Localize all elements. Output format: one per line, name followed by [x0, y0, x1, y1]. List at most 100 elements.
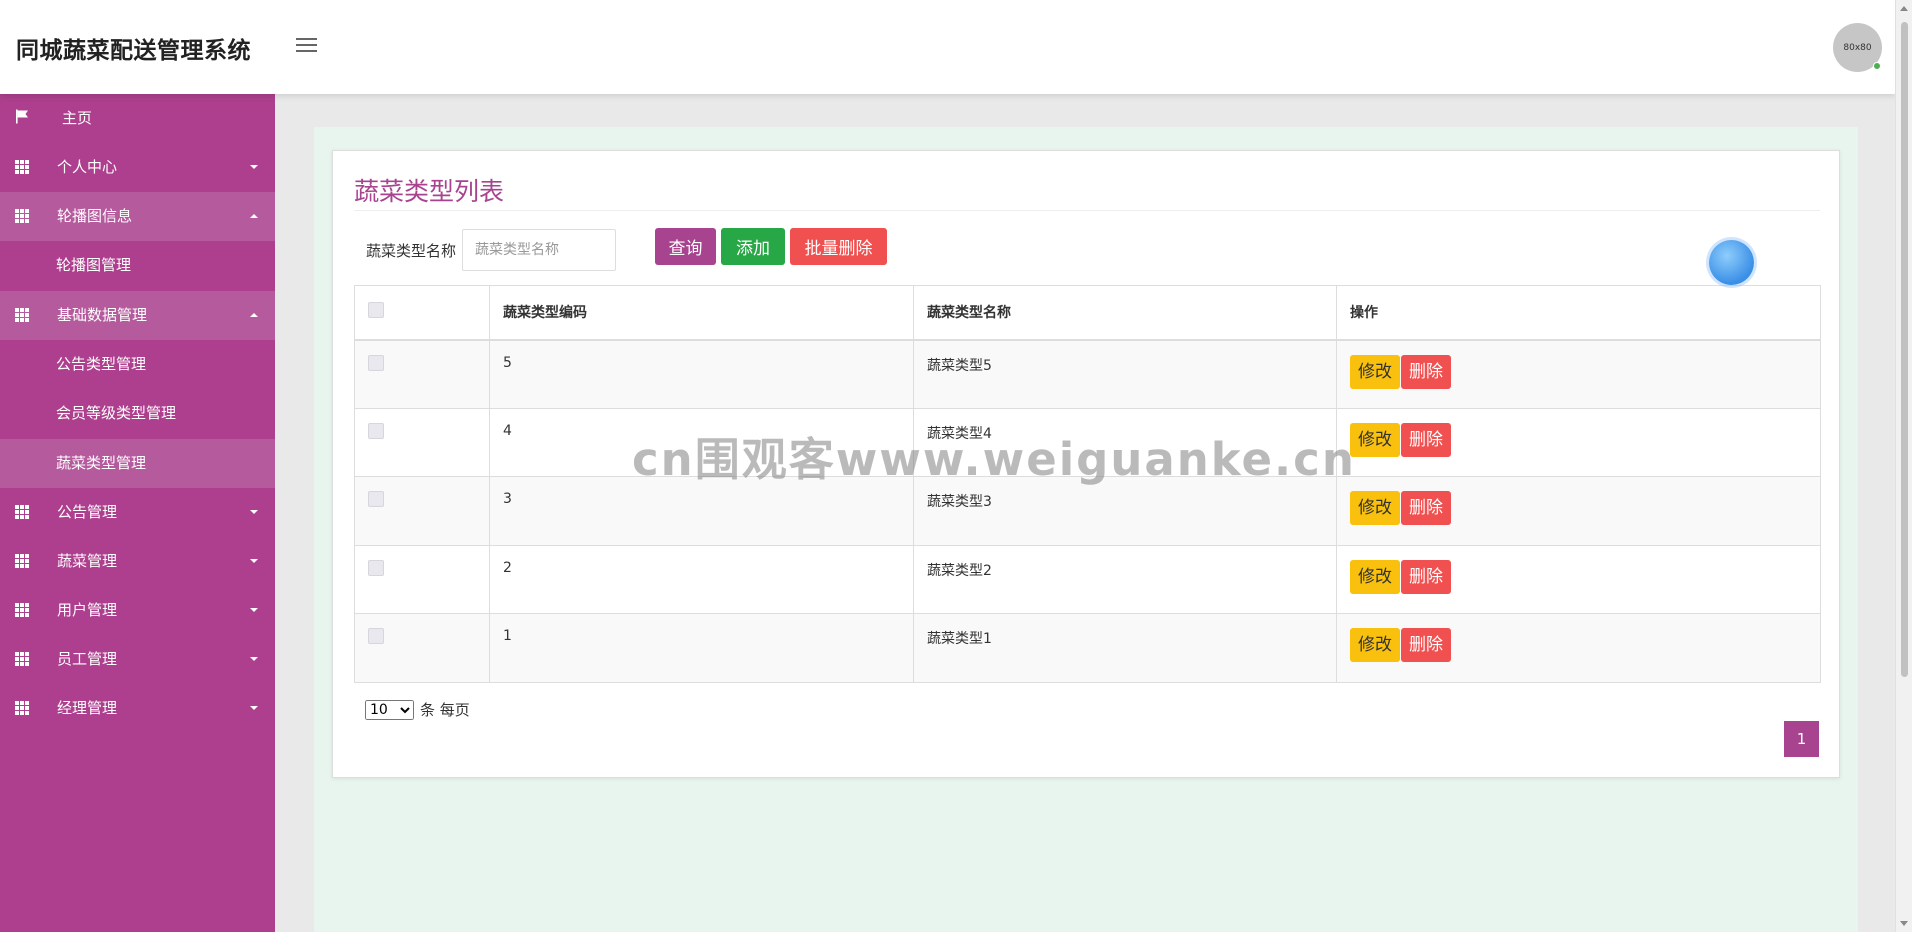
delete-button[interactable]: 删除 [1401, 628, 1451, 662]
sidebar-item-manager[interactable]: 经理管理 [0, 684, 275, 733]
sidebar-item-label: 经理管理 [57, 699, 118, 717]
table-row: 1 蔬菜类型1 修改 删除 [354, 613, 1821, 683]
grid-icon [15, 701, 29, 715]
row-select-cell [354, 339, 490, 409]
grid-icon [15, 505, 29, 519]
select-all-checkbox[interactable] [368, 302, 384, 319]
row-select-cell [354, 544, 490, 614]
grid-icon [15, 603, 29, 617]
search-input[interactable] [462, 229, 616, 271]
row-code: 1 [489, 613, 914, 683]
sidebar-item-label: 主页 [62, 109, 93, 127]
row-name: 蔬菜类型4 [913, 407, 1337, 477]
list-card: 蔬菜类型列表 蔬菜类型名称 查询 添加 批量删除 蔬菜类型编码 蔬菜类型名称 操… [332, 150, 1840, 778]
menu-toggle-icon[interactable] [296, 38, 317, 54]
row-checkbox[interactable] [368, 491, 384, 507]
grid-icon [15, 652, 29, 666]
query-button[interactable]: 查询 [655, 228, 716, 265]
row-select-cell [354, 407, 490, 477]
page-title: 蔬菜类型列表 [354, 177, 505, 206]
sidebar-subitem-notice-type[interactable]: 公告类型管理 [0, 340, 275, 390]
caret-up-icon [250, 312, 258, 317]
row-actions: 修改 删除 [1336, 476, 1821, 546]
edit-button[interactable]: 修改 [1350, 491, 1400, 525]
scroll-thumb[interactable] [1901, 22, 1908, 677]
row-name: 蔬菜类型3 [913, 476, 1337, 546]
sidebar-item-label: 公告管理 [57, 503, 118, 521]
delete-button[interactable]: 删除 [1401, 491, 1451, 525]
sidebar-item-personal-center[interactable]: 个人中心 [0, 143, 275, 192]
top-header: 同城蔬菜配送管理系统 80x80 [0, 0, 1895, 94]
data-table: 蔬菜类型编码 蔬菜类型名称 操作 5 蔬菜类型5 修改 删除 4 蔬菜类型4 修改… [354, 285, 1821, 683]
row-name: 蔬菜类型1 [913, 613, 1337, 683]
row-select-cell [354, 613, 490, 683]
caret-down-icon [250, 657, 258, 661]
sidebar-item-vegetable[interactable]: 蔬菜管理 [0, 537, 275, 586]
edit-button[interactable]: 修改 [1350, 354, 1400, 389]
grid-icon [15, 554, 29, 568]
floating-assistant-icon[interactable] [1709, 240, 1754, 285]
column-header-actions: 操作 [1336, 285, 1821, 341]
pagination-page-1[interactable]: 1 [1784, 721, 1819, 757]
sidebar-item-label: 员工管理 [57, 650, 118, 668]
batch-delete-button[interactable]: 批量删除 [790, 228, 887, 265]
sidebar-item-notice[interactable]: 公告管理 [0, 488, 275, 537]
row-checkbox[interactable] [368, 354, 384, 371]
sidebar-item-label: 个人中心 [57, 158, 118, 176]
caret-down-icon [250, 510, 258, 514]
row-actions: 修改 删除 [1336, 613, 1821, 683]
sidebar-item-carousel-info[interactable]: 轮播图信息 [0, 192, 275, 241]
column-header-code: 蔬菜类型编码 [489, 285, 914, 341]
sidebar-item-staff[interactable]: 员工管理 [0, 635, 275, 684]
sidebar-item-label: 基础数据管理 [57, 305, 148, 324]
sidebar-subitem-member-level-type[interactable]: 会员等级类型管理 [0, 389, 275, 439]
scroll-down-arrow-icon[interactable] [1900, 921, 1908, 926]
row-code: 5 [489, 339, 914, 409]
sidebar-item-label: 用户管理 [57, 601, 118, 619]
search-label: 蔬菜类型名称 [366, 242, 457, 260]
sidebar-subitem-carousel-manage[interactable]: 轮播图管理 [0, 241, 275, 291]
sidebar-item-label: 轮播图信息 [57, 207, 133, 225]
sidebar: 主页 个人中心 轮播图信息 轮播图管理 基础数据管理 公告类型管理 会员等级类型… [0, 94, 275, 932]
title-divider [354, 210, 1820, 211]
sidebar-item-label: 蔬菜管理 [57, 552, 118, 570]
grid-icon [15, 160, 29, 174]
row-name: 蔬菜类型5 [913, 339, 1337, 409]
table-row: 5 蔬菜类型5 修改 删除 [354, 339, 1821, 409]
grid-icon [15, 307, 29, 322]
scroll-up-arrow-icon[interactable] [1900, 6, 1908, 11]
row-select-cell [354, 476, 490, 546]
edit-button[interactable]: 修改 [1350, 559, 1400, 594]
avatar[interactable]: 80x80 [1833, 23, 1882, 72]
page-size-control: 10 条 每页 [365, 699, 470, 720]
page-scrollbar[interactable] [1895, 0, 1912, 932]
grid-icon [15, 209, 29, 223]
page-size-select[interactable]: 10 [365, 699, 414, 720]
sidebar-subitem-vegetable-type[interactable]: 蔬菜类型管理 [0, 438, 275, 488]
add-button[interactable]: 添加 [721, 228, 785, 265]
row-checkbox[interactable] [368, 559, 384, 576]
row-actions: 修改 删除 [1336, 339, 1821, 409]
sidebar-item-home[interactable]: 主页 [0, 94, 275, 143]
caret-down-icon [250, 706, 258, 710]
table-header-row: 蔬菜类型编码 蔬菜类型名称 操作 [354, 285, 1821, 341]
caret-down-icon [250, 608, 258, 612]
caret-down-icon [250, 559, 258, 563]
header-select-cell [354, 285, 490, 341]
row-checkbox[interactable] [368, 422, 384, 439]
app-title: 同城蔬菜配送管理系统 [16, 38, 251, 64]
delete-button[interactable]: 删除 [1401, 559, 1451, 594]
delete-button[interactable]: 删除 [1401, 354, 1451, 389]
row-code: 2 [489, 544, 914, 614]
row-name: 蔬菜类型2 [913, 544, 1337, 614]
sidebar-item-user[interactable]: 用户管理 [0, 586, 275, 635]
row-code: 4 [489, 407, 914, 477]
table-row: 3 蔬菜类型3 修改 删除 [354, 476, 1821, 546]
table-row: 4 蔬菜类型4 修改 删除 [354, 407, 1821, 477]
edit-button[interactable]: 修改 [1350, 628, 1400, 662]
row-checkbox[interactable] [368, 628, 384, 644]
sidebar-item-basic-data[interactable]: 基础数据管理 [0, 290, 275, 340]
delete-button[interactable]: 删除 [1401, 422, 1451, 457]
edit-button[interactable]: 修改 [1350, 422, 1400, 457]
avatar-text: 80x80 [1843, 42, 1872, 53]
